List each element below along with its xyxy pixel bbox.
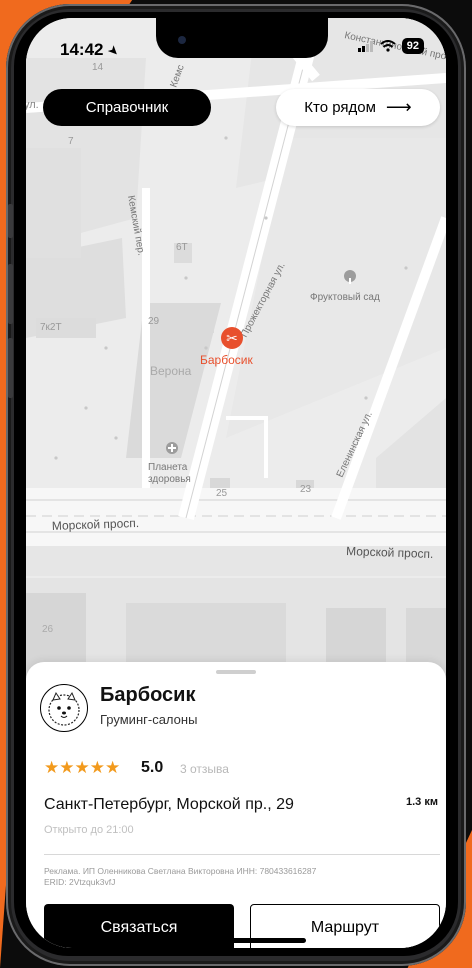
map-label-fruit-garden: Фруктовый сад [310, 292, 380, 303]
place-address: Санкт-Петербург, Морской пр., 29 [44, 796, 294, 813]
svg-text:✂: ✂ [226, 331, 238, 347]
map-label-planeta-1: Планета [148, 462, 188, 473]
place-category: Груминг-салоны [100, 712, 198, 727]
rating-score: 5.0 [141, 759, 164, 776]
ad-line-1: Реклама. ИП Оленникова Светлана Викторов… [44, 866, 317, 876]
map-label-house-14: 14 [92, 62, 104, 73]
map-label-house-7k2t: 7к2Т [40, 322, 62, 333]
scissors-icon[interactable]: ✂ [221, 327, 243, 349]
camera-dot [178, 36, 186, 44]
nearby-button[interactable]: Кто рядом ⟶ [276, 89, 440, 126]
app-screen: 14 ул. 7 Кемс Константиновский просп. Ке… [26, 18, 446, 948]
map-label-house-25: 25 [216, 488, 228, 499]
map-label-house-6t: 6Т [176, 242, 188, 253]
ad-disclaimer: Реклама. ИП Оленникова Светлана Викторов… [44, 866, 440, 888]
route-label: Маршрут [310, 919, 380, 936]
divider [44, 854, 440, 855]
map-label-planeta-2: здоровья [148, 474, 191, 485]
nearby-label: Кто рядом [304, 99, 376, 116]
map-label-ul-left: ул. [26, 99, 39, 111]
rating-stars: ★★★★★ [44, 758, 121, 777]
battery-icon: 92 [401, 38, 424, 54]
contact-label: Связаться [100, 919, 178, 936]
reference-label: Справочник [85, 99, 169, 116]
map-label-verona: Верона [150, 364, 192, 378]
volume-up-button [8, 264, 13, 324]
map-label-house-23: 23 [300, 484, 312, 495]
volume-down-button [8, 338, 13, 398]
ad-line-2: ERID: 2Vtzquk3vfJ [44, 877, 116, 887]
place-card[interactable]: Барбосик Груминг-салоны ★★★★★ 5.0 3 отзы… [26, 662, 446, 948]
map-label-poi: Барбосик [200, 353, 253, 367]
mute-switch [8, 204, 13, 238]
map-label-house-29: 29 [148, 316, 160, 327]
opening-hours: Открыто до 21:00 [44, 824, 134, 836]
reference-button[interactable]: Справочник [43, 89, 211, 126]
time-text: 14:42 [60, 40, 104, 59]
home-indicator[interactable] [166, 938, 306, 943]
sheet-handle[interactable] [216, 670, 256, 674]
reviews-link[interactable]: 3 отзыва [180, 762, 229, 776]
dog-avatar-icon [40, 684, 88, 732]
status-icons: 92 [357, 38, 424, 54]
map-label-house-7: 7 [68, 136, 74, 147]
place-title: Барбосик [100, 684, 196, 706]
place-distance: 1.3 км [406, 796, 438, 808]
pharmacy-icon [166, 442, 178, 454]
signal-icon [357, 40, 373, 52]
map-label-house-26: 26 [42, 624, 54, 635]
wifi-icon [380, 40, 396, 52]
status-time: 14:42 ➤ [60, 40, 123, 60]
arrow-right-icon: ⟶ [385, 97, 412, 117]
